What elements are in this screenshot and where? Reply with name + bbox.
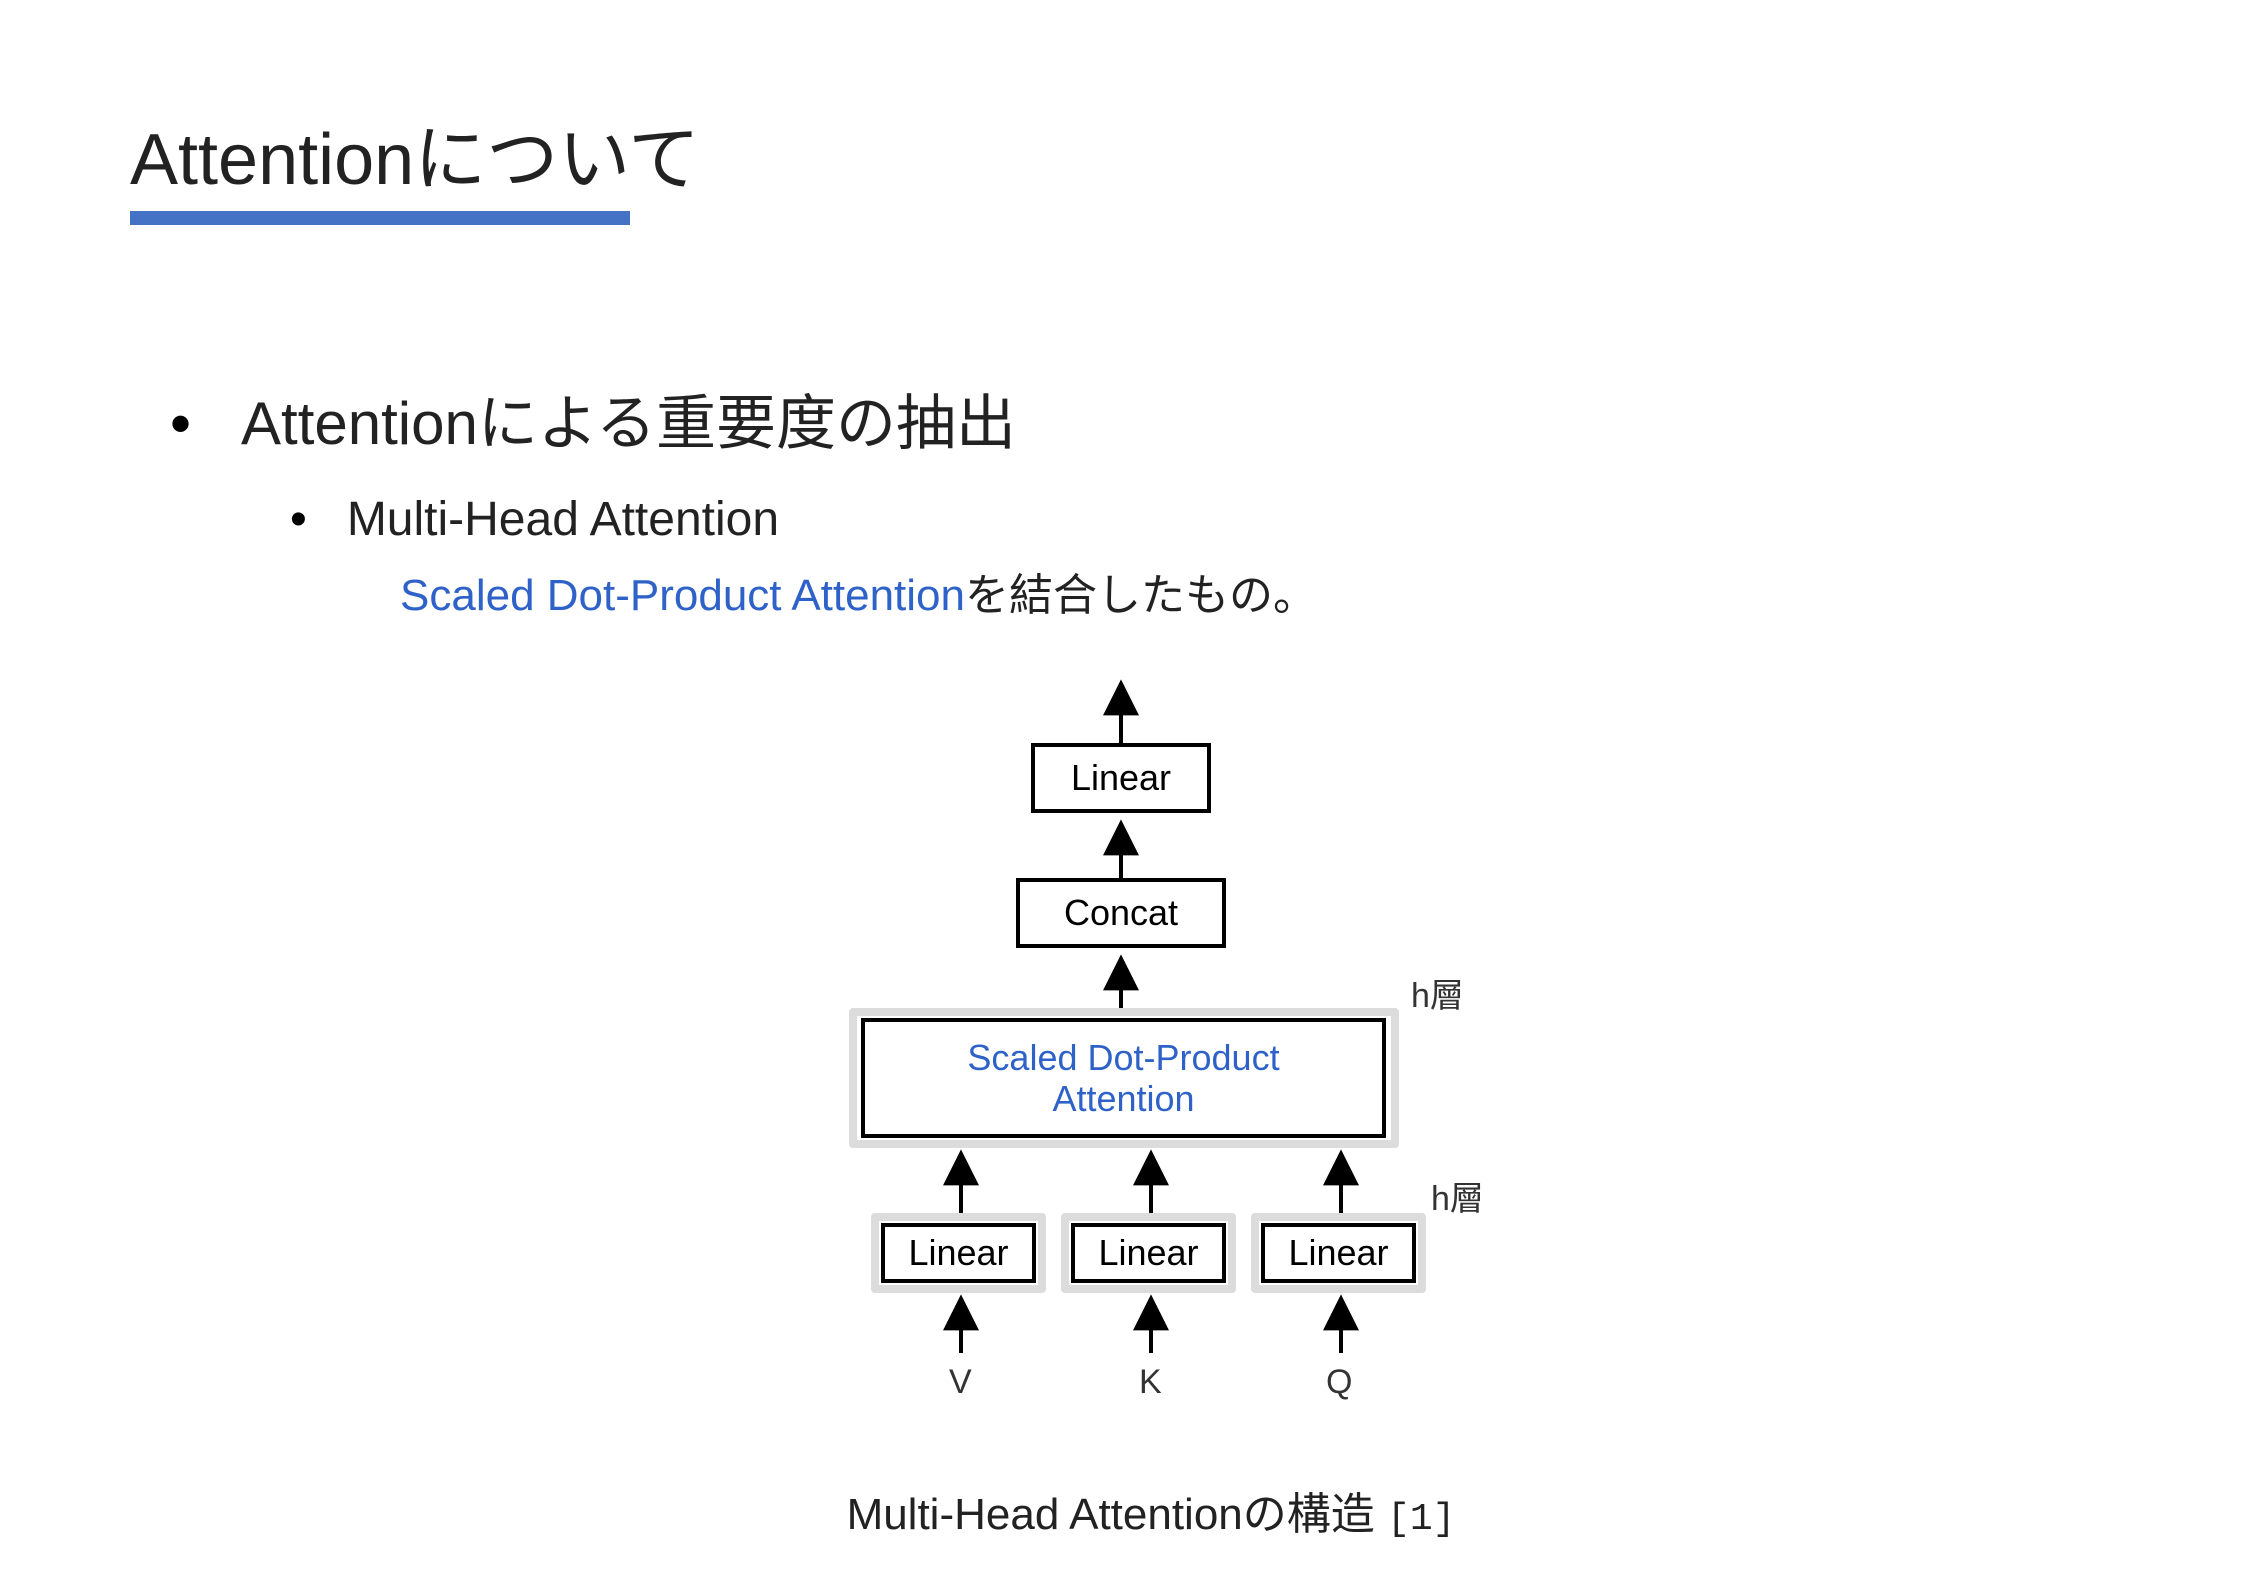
sub-bullet-row: • Multi-Head Attention — [290, 492, 2132, 547]
content-area: • Attentionによる重要度の抽出 • Multi-Head Attent… — [170, 375, 2132, 1542]
box-sdpa: Scaled Dot-Product Attention — [861, 1018, 1386, 1138]
sub-bullet-dot: • — [290, 496, 307, 544]
sdpa-line2: Attention — [1052, 1078, 1194, 1119]
sdpa-line1: Scaled Dot-Product — [967, 1037, 1279, 1078]
slide-title: Attentionについて — [130, 100, 2132, 205]
main-bullet-row: • Attentionによる重要度の抽出 — [170, 375, 2132, 462]
box-linear-v: Linear — [881, 1223, 1036, 1283]
sub-bullet-text: Multi-Head Attention — [347, 492, 779, 547]
label-h-lower: h層 — [1431, 1171, 1484, 1220]
description-line: Scaled Dot-Product Attentionを結合したもの。 — [400, 559, 2132, 623]
caption-ref: [1] — [1387, 1498, 1455, 1541]
box-linear-top: Linear — [1031, 743, 1211, 813]
title-underline — [130, 211, 630, 225]
diagram-caption: Multi-Head Attentionの構造 [1] — [847, 1478, 1456, 1542]
label-k: K — [1139, 1363, 1162, 1402]
label-h-upper: h層 — [1411, 968, 1464, 1017]
box-linear-k: Linear — [1071, 1223, 1226, 1283]
desc-plain-text: を結合したもの。 — [965, 571, 1317, 620]
box-concat: Concat — [1016, 878, 1226, 948]
label-q: Q — [1326, 1363, 1352, 1402]
diagram-container: Linear Concat Scaled Dot-Product Attenti… — [170, 673, 2132, 1453]
box-linear-q: Linear — [1261, 1223, 1416, 1283]
label-v: V — [949, 1363, 972, 1402]
caption-row: Multi-Head Attentionの構造 [1] — [170, 1478, 2132, 1542]
caption-text: Multi-Head Attentionの構造 — [847, 1490, 1387, 1539]
desc-link-text: Scaled Dot-Product Attention — [400, 571, 965, 620]
bullet-dot: • — [170, 394, 191, 454]
multi-head-attention-diagram: Linear Concat Scaled Dot-Product Attenti… — [771, 673, 1531, 1453]
main-bullet-text: Attentionによる重要度の抽出 — [241, 375, 1016, 462]
